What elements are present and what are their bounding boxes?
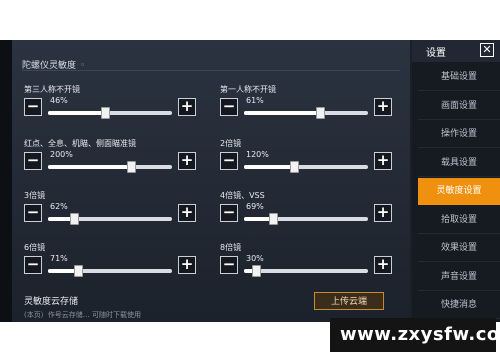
slider-thumb[interactable] [269, 213, 278, 225]
settings-nav-title: 设置 [426, 48, 446, 59]
cloud-storage-subtitle: (本页）作号云存储… 可随时下载使用 [24, 311, 141, 319]
increase-button[interactable]: + [178, 152, 196, 170]
upload-cloud-button[interactable]: 上传云端 [314, 292, 384, 310]
decrease-button[interactable]: − [24, 98, 42, 116]
nav-item[interactable]: 载具设置 [418, 150, 500, 177]
slider-track[interactable] [48, 107, 172, 119]
nav-item[interactable]: 快捷消息 [418, 292, 500, 319]
slider-label: 第三人称不开镜 [24, 85, 80, 94]
nav-item[interactable]: 基础设置 [418, 64, 500, 91]
slider-track[interactable] [244, 107, 368, 119]
panel-divider [22, 70, 400, 71]
slider-label: 2倍镜 [220, 139, 242, 148]
decrease-button[interactable]: − [24, 256, 42, 274]
slider-value: 30% [246, 254, 264, 263]
nav-item[interactable]: 操作设置 [418, 121, 500, 148]
slider-thumb[interactable] [316, 107, 325, 119]
slider-value: 46% [50, 96, 68, 105]
slider-value: 120% [246, 150, 269, 159]
watermark-text: www.zxysfw.com [340, 324, 500, 345]
slider-thumb[interactable] [290, 161, 299, 173]
decrease-button[interactable]: − [24, 152, 42, 170]
slider-label: 6倍镜 [24, 243, 46, 252]
increase-button[interactable]: + [374, 152, 392, 170]
slider-label: 第一人称不开镜 [220, 85, 276, 94]
increase-button[interactable]: + [374, 256, 392, 274]
slider-thumb[interactable] [252, 265, 261, 277]
slider-label: 4倍镜、VSS [220, 191, 265, 200]
increase-button[interactable]: + [374, 204, 392, 222]
increase-button[interactable]: + [178, 256, 196, 274]
slider-fill [244, 111, 320, 115]
sensitivity-panel: 陀螺仪灵敏度 ◦ 第三人称不开镜 −46% + 第一人称不开镜 −61% + 红点、全息、机瞄… [12, 40, 410, 322]
nav-item[interactable]: 拾取设置 [418, 207, 500, 234]
settings-nav: 设置 ✕ 基础设置 画面设置 操作设置 载具设置 灵敏度设置 拾取设置 效果设置 声音设置 快捷… [412, 40, 500, 322]
slider-label: 8倍镜 [220, 243, 242, 252]
nav-item[interactable]: 效果设置 [418, 235, 500, 262]
slider-value: 200% [50, 150, 73, 159]
slider-thumb[interactable] [101, 107, 110, 119]
decrease-button[interactable]: − [220, 98, 238, 116]
increase-button[interactable]: + [178, 204, 196, 222]
decrease-button[interactable]: − [24, 204, 42, 222]
increase-button[interactable]: + [178, 98, 196, 116]
slider-track[interactable] [48, 161, 172, 173]
slider-value: 71% [50, 254, 68, 263]
decrease-button[interactable]: − [220, 204, 238, 222]
nav-item[interactable]: 画面设置 [418, 93, 500, 120]
slider-value: 69% [246, 202, 264, 211]
slider-thumb[interactable] [74, 265, 83, 277]
slider-track[interactable] [244, 161, 368, 173]
slider-fill [48, 165, 131, 169]
game-settings-screen: 陀螺仪灵敏度 ◦ 第三人称不开镜 −46% + 第一人称不开镜 −61% + 红点、全息、机瞄… [0, 40, 500, 322]
slider-track[interactable] [48, 265, 172, 277]
slider-label: 3倍镜 [24, 191, 46, 200]
decrease-button[interactable]: − [220, 256, 238, 274]
nav-item[interactable]: 声音设置 [418, 264, 500, 291]
left-edge-bar [0, 40, 12, 322]
slider-fill [48, 111, 105, 115]
increase-button[interactable]: + [374, 98, 392, 116]
settings-nav-header: 设置 ✕ [412, 40, 500, 62]
nav-item[interactable]: 灵敏度设置 [418, 178, 500, 205]
cloud-storage-title: 灵敏度云存储 [24, 297, 79, 307]
site-watermark: www.zxysfw.com [330, 318, 500, 352]
slider-fill [244, 165, 294, 169]
slider-thumb[interactable] [70, 213, 79, 225]
slider-track[interactable] [244, 265, 368, 277]
close-icon[interactable]: ✕ [480, 43, 494, 57]
slider-track[interactable] [48, 213, 172, 225]
slider-track[interactable] [244, 213, 368, 225]
slider-thumb[interactable] [127, 161, 136, 173]
slider-value: 61% [246, 96, 264, 105]
decrease-button[interactable]: − [220, 152, 238, 170]
slider-value: 62% [50, 202, 68, 211]
slider-label: 红点、全息、机瞄、侧面瞄准镜 [24, 139, 136, 148]
